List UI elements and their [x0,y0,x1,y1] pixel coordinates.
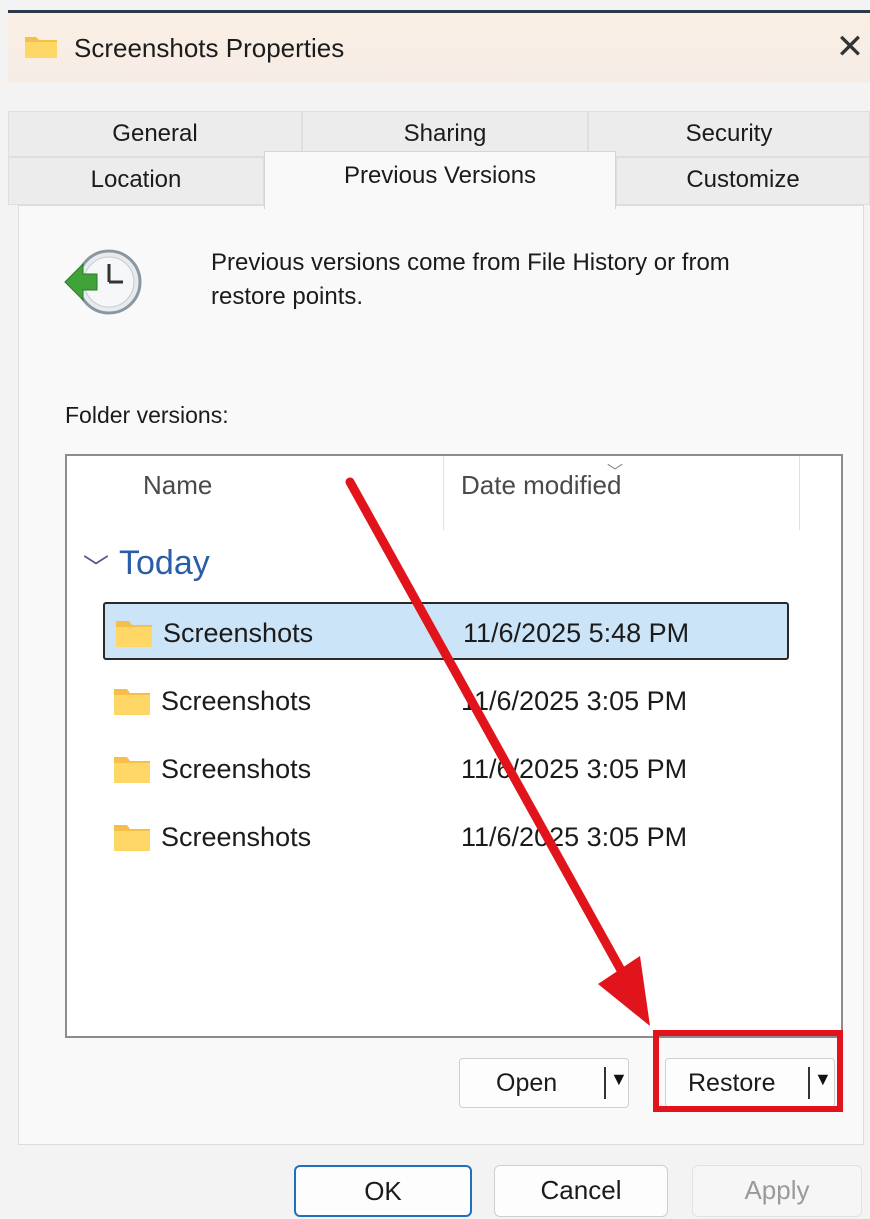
folder-icon [25,37,57,58]
tab-security[interactable]: Security [588,111,870,157]
version-name: Screenshots [161,686,312,716]
tab-strip: General Sharing Security Location Previo… [8,111,870,211]
version-name: Screenshots [161,754,312,784]
title-bar: Screenshots Properties ✕ [8,13,870,83]
version-row[interactable]: Screenshots 11/6/2025 5:48 PM [103,602,789,660]
tab-label: Location [90,166,182,193]
tab-location[interactable]: Location [8,157,264,205]
column-divider[interactable] [799,456,800,530]
previous-versions-panel: Previous versions come from File History… [18,205,864,1145]
dialog-button-bar: OK Cancel Apply [8,1149,870,1219]
ok-button[interactable]: OK [294,1165,472,1217]
folder-icon [116,621,152,647]
tab-previous-versions[interactable]: Previous Versions [264,151,616,209]
version-name: Screenshots [161,822,312,852]
close-button[interactable]: ✕ [832,27,868,67]
column-header-name[interactable]: Name [143,470,212,501]
folder-versions-label: Folder versions: [65,402,229,428]
window-title: Screenshots Properties [74,33,345,63]
chevron-down-icon[interactable]: ﹀ [83,548,109,585]
caret-down-icon[interactable]: ▼ [610,1069,628,1090]
open-button[interactable]: Open ▼ [459,1058,629,1108]
cancel-button[interactable]: Cancel [494,1165,668,1217]
history-clock-icon [64,249,142,315]
version-date: 11/6/2025 5:48 PM [463,618,690,648]
versions-list[interactable]: Name ﹀ Date modified ﹀ Today Screenshots… [65,454,843,1038]
info-text: Previous versions come from File History… [211,249,730,310]
version-date: 11/6/2025 3:05 PM [461,754,688,784]
tab-general[interactable]: General [8,111,302,157]
version-row[interactable]: Screenshots 11/6/2025 3:05 PM [103,808,789,866]
tab-label: Customize [686,166,800,193]
tab-label: Sharing [403,120,487,147]
column-divider[interactable] [443,456,444,530]
folder-icon [114,757,150,783]
open-label: Open [496,1069,558,1097]
tab-label: Previous Versions [343,162,537,189]
folder-icon [114,825,150,851]
version-date: 11/6/2025 3:05 PM [461,686,688,716]
version-row[interactable]: Screenshots 11/6/2025 3:05 PM [103,672,789,730]
tab-label: General [112,120,198,147]
column-header-date[interactable]: Date modified [461,470,621,501]
annotation-highlight-box [653,1030,843,1112]
tab-label: Security [685,120,773,147]
properties-window: Screenshots Properties ✕ General Sharing… [8,10,870,1219]
split-separator [604,1067,606,1099]
folder-icon [114,689,150,715]
group-header-today[interactable]: Today [119,544,210,583]
version-date: 11/6/2025 3:05 PM [461,822,688,852]
version-row[interactable]: Screenshots 11/6/2025 3:05 PM [103,740,789,798]
tab-customize[interactable]: Customize [616,157,870,205]
version-name: Screenshots [163,618,314,648]
apply-button[interactable]: Apply [692,1165,862,1217]
